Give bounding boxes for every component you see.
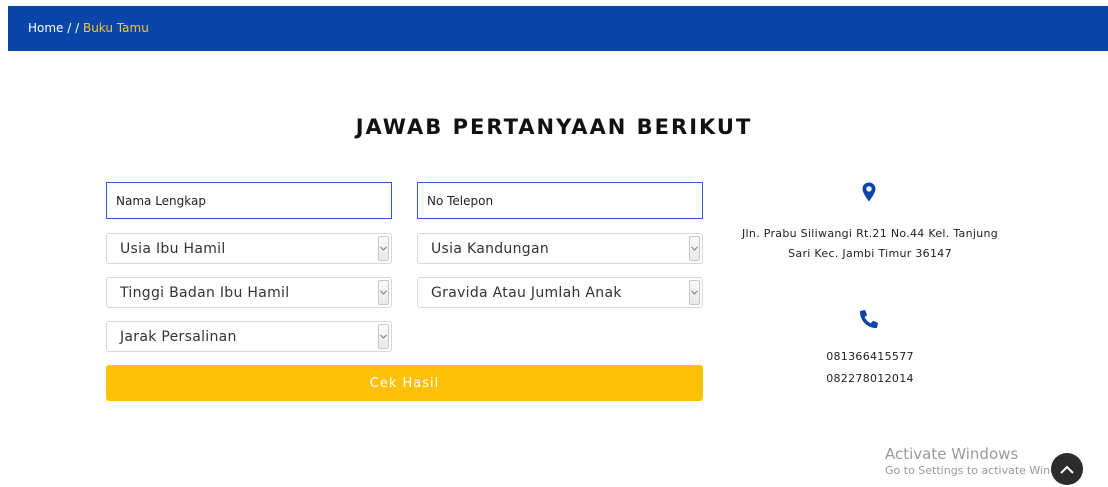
breadcrumb-separator: / / bbox=[63, 21, 83, 35]
tinggi-badan-label: Tinggi Badan Ibu Hamil bbox=[120, 284, 290, 301]
chevron-down-icon[interactable] bbox=[689, 236, 700, 261]
tinggi-badan-select[interactable]: Tinggi Badan Ibu Hamil bbox=[106, 277, 392, 308]
chevron-down-icon[interactable] bbox=[378, 236, 389, 261]
address-line-2: Sari Kec. Jambi Timur 36147 bbox=[788, 247, 952, 260]
phone-icon bbox=[860, 310, 878, 333]
chevron-down-icon[interactable] bbox=[378, 280, 389, 305]
no-telepon-input[interactable] bbox=[417, 182, 703, 219]
phone-number-1: 081366415577 bbox=[826, 350, 914, 363]
map-pin-icon bbox=[862, 182, 876, 207]
address-line-1: Jln. Prabu Siliwangi Rt.21 No.44 Kel. Ta… bbox=[741, 227, 999, 240]
jarak-persalinan-select[interactable]: Jarak Persalinan bbox=[106, 321, 392, 352]
usia-ibu-hamil-label: Usia Ibu Hamil bbox=[120, 240, 226, 257]
chevron-up-icon bbox=[1060, 465, 1074, 474]
scroll-to-top-button[interactable] bbox=[1051, 453, 1083, 485]
nama-lengkap-input[interactable] bbox=[106, 182, 392, 219]
page-title: JAWAB PERTANYAAN BERIKUT bbox=[355, 115, 753, 139]
phone-list: 081366415577 082278012014 bbox=[720, 346, 1020, 390]
usia-ibu-hamil-select[interactable]: Usia Ibu Hamil bbox=[106, 233, 392, 264]
breadcrumb-home-link[interactable]: Home bbox=[28, 21, 63, 35]
chevron-down-icon[interactable] bbox=[689, 280, 700, 305]
phone-number-2: 082278012014 bbox=[826, 372, 914, 385]
cek-hasil-button[interactable]: Cek Hasil bbox=[106, 365, 703, 401]
gravida-label: Gravida Atau Jumlah Anak bbox=[431, 284, 622, 301]
breadcrumb-current: Buku Tamu bbox=[82, 21, 149, 35]
address-block: Jln. Prabu Siliwangi Rt.21 No.44 Kel. Ta… bbox=[720, 224, 1020, 264]
breadcrumb: Home / / Buku Tamu bbox=[28, 21, 149, 35]
header-bar: Home / / Buku Tamu bbox=[8, 6, 1108, 51]
chevron-down-icon[interactable] bbox=[378, 324, 389, 349]
jarak-persalinan-label: Jarak Persalinan bbox=[120, 328, 237, 345]
usia-kandungan-label: Usia Kandungan bbox=[431, 240, 550, 257]
usia-kandungan-select[interactable]: Usia Kandungan bbox=[417, 233, 703, 264]
gravida-select[interactable]: Gravida Atau Jumlah Anak bbox=[417, 277, 703, 308]
